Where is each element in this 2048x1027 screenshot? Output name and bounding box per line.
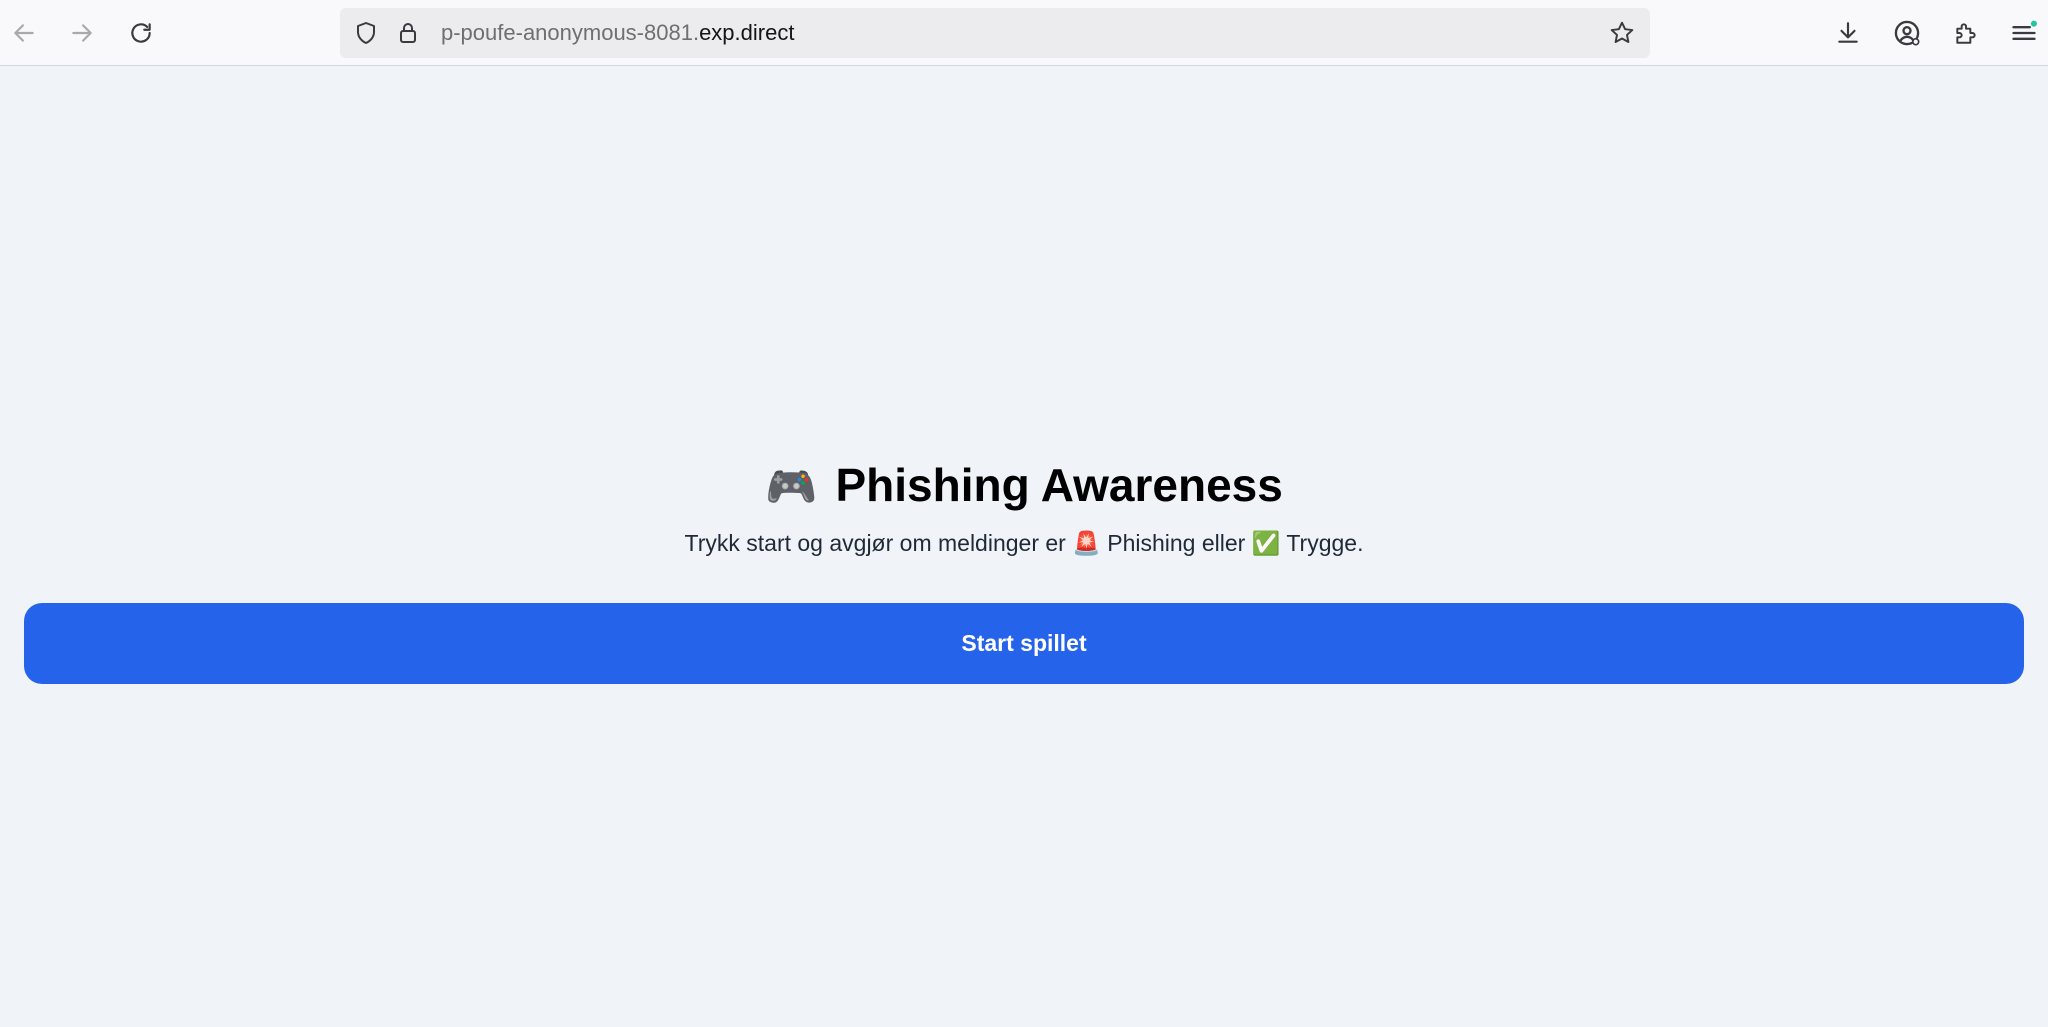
page-title-text: Phishing Awareness [835, 459, 1283, 511]
police-light-icon: 🚨 [1072, 530, 1101, 556]
shield-icon [357, 22, 375, 44]
site-security-button[interactable] [395, 20, 421, 46]
page-title: 🎮 Phishing Awareness [0, 455, 2048, 517]
reload-icon [131, 23, 151, 43]
browser-toolbar: p-poufe-anonymous-8081.exp.direct [0, 0, 2048, 66]
hamburger-menu-icon [2012, 20, 2037, 40]
puzzle-icon [1956, 23, 1976, 44]
url-domain: exp.direct [699, 20, 795, 45]
tracking-protection-button[interactable] [353, 20, 379, 46]
safe-label: Trygge. [1280, 530, 1364, 556]
arrow-left-icon [14, 24, 34, 42]
url-text[interactable]: p-poufe-anonymous-8081.exp.direct [441, 20, 794, 46]
notification-dot [2030, 20, 2037, 27]
star-icon [1610, 21, 1634, 43]
extensions-button[interactable] [1946, 13, 1986, 53]
instructions-prefix: Trykk start og avgjør om meldinger er [684, 530, 1073, 556]
address-bar[interactable]: p-poufe-anonymous-8081.exp.direct [340, 8, 1650, 58]
account-button[interactable] [1887, 13, 1927, 53]
game-controller-icon: 🎮 [765, 463, 818, 510]
app-menu-button[interactable] [2004, 13, 2044, 53]
back-button[interactable] [4, 13, 44, 53]
reload-button[interactable] [121, 13, 161, 53]
account-icon [1894, 20, 1920, 46]
url-subdomain: p-poufe-anonymous-8081. [441, 20, 700, 45]
phishing-label: Phishing eller [1100, 530, 1252, 556]
page-content: 🎮 Phishing Awareness Trykk start og avgjø… [0, 67, 2048, 1027]
instructions-text: Trykk start og avgjør om meldinger er 🚨 … [0, 528, 2048, 558]
check-mark-icon: ✅ [1251, 530, 1281, 556]
download-icon [1838, 22, 1858, 43]
downloads-button[interactable] [1828, 13, 1868, 53]
lock-icon [400, 23, 416, 43]
bookmark-button[interactable] [1609, 20, 1635, 46]
forward-button[interactable] [62, 13, 102, 53]
arrow-right-icon [72, 24, 92, 42]
start-game-button[interactable]: Start spillet [24, 603, 2024, 684]
